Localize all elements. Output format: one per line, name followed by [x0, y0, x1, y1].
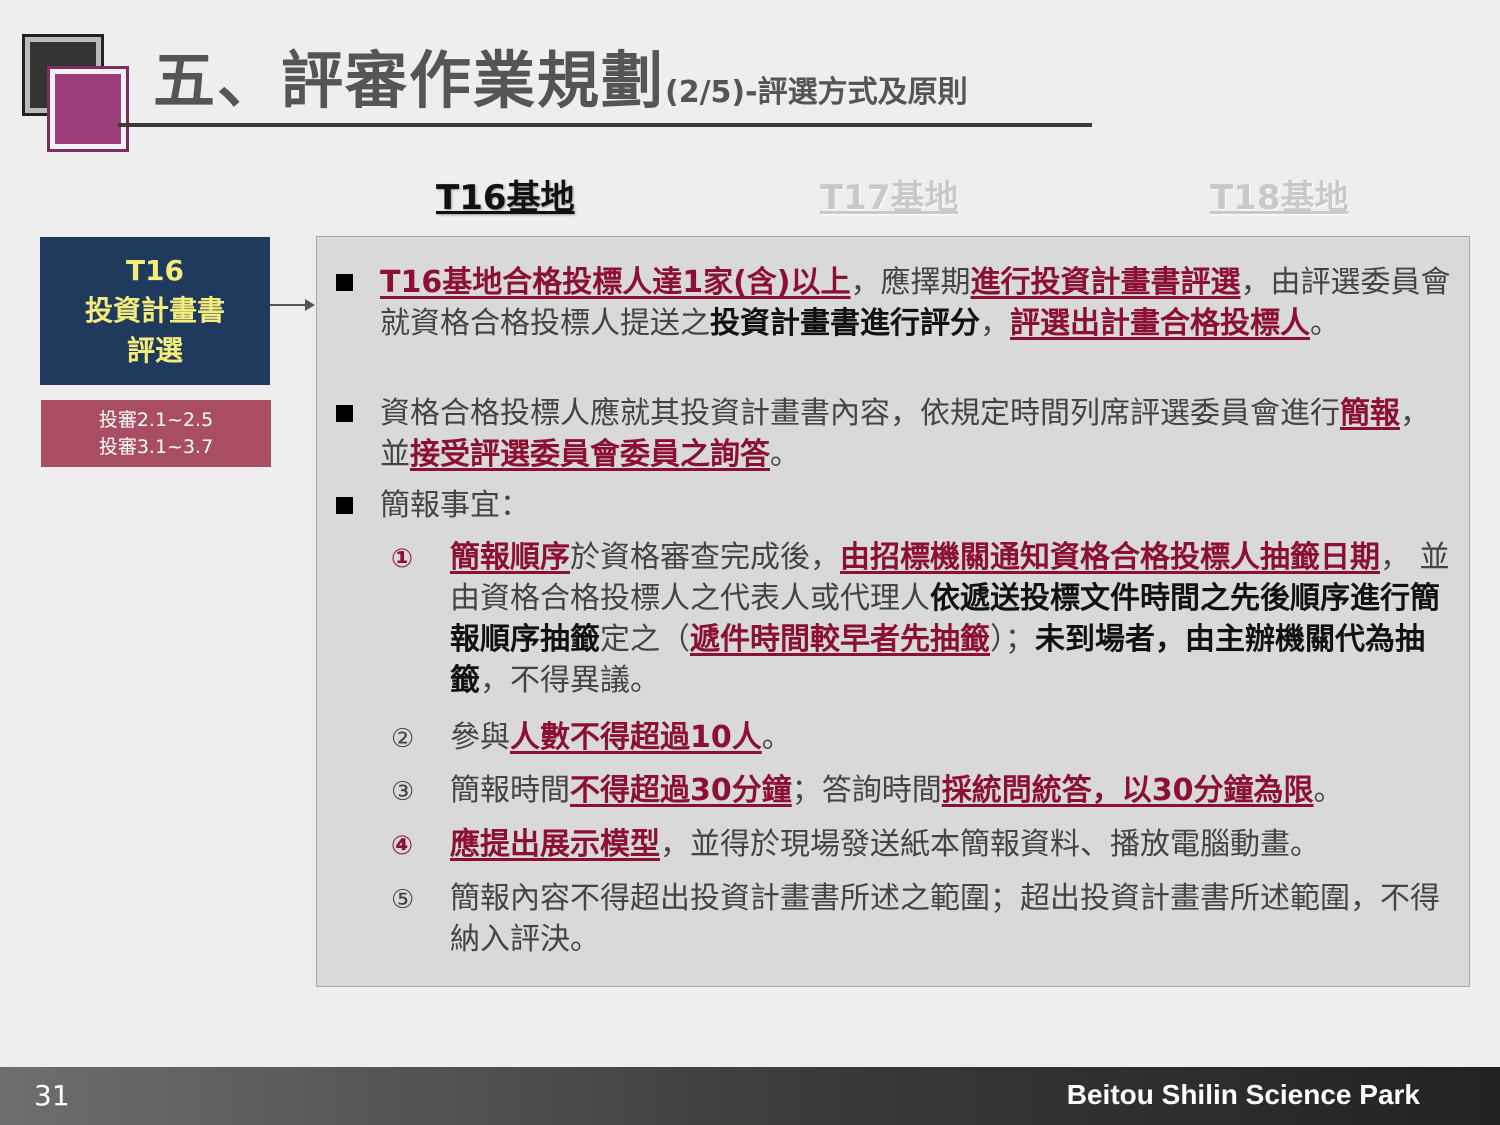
list-item: ③ 簡報時間不得超過30分鐘；答詢時間採統問統答，以30分鐘為限。: [317, 770, 1452, 811]
plain-text: ，: [980, 306, 1010, 341]
highlight-text: 遞件時間較早者先抽籤: [690, 622, 990, 657]
list-item: ④ 應提出展示模型，並得於現場發送紙本簡報資料、播放電腦動畫。: [317, 824, 1452, 865]
highlight-text: 評選出計畫合格投標人: [1010, 306, 1310, 341]
stage-line-3: 評選: [126, 334, 183, 367]
bullet-item: 資格合格投標人應就其投資計畫書內容，依規定時間列席評選委員會進行簡報，並接受評選…: [317, 393, 1457, 475]
stage-box: T16 投資計畫書 評選: [40, 237, 270, 385]
bullet-item: T16基地合格投標人達1家(含)以上，應擇期進行投資計畫書評選，由評選委員會就資…: [317, 262, 1457, 344]
highlight-text: 接受評選委員會委員之詢答: [410, 437, 770, 472]
item-text: 簡報順序於資格審查完成後，由招標機關通知資格合格投標人抽籤日期， 並由資格合格投…: [450, 537, 1452, 701]
title-sub: (2/5)-評選方式及原則: [665, 75, 968, 110]
list-item: ⑤ 簡報內容不得超出投資計畫書所述之範圍；超出投資計畫書所述範圍，不得納入評決。: [317, 878, 1452, 960]
content-panel: T16基地合格投標人達1家(含)以上，應擇期進行投資計畫書評選，由評選委員會就資…: [316, 236, 1470, 987]
arrow-line: [270, 304, 307, 306]
square-bullet-icon: [336, 274, 353, 291]
circled-number-5-icon: ⑤: [391, 885, 415, 915]
title-divider: [118, 123, 1092, 127]
tab-t18[interactable]: T18基地: [1210, 170, 1349, 219]
plain-text: 於資格審查完成後，: [570, 540, 840, 575]
tab-t16[interactable]: T16基地: [436, 170, 575, 219]
item-text: 應提出展示模型，並得於現場發送紙本簡報資料、播放電腦動畫。: [450, 824, 1452, 865]
title-main: 五、評審作業規劃: [153, 44, 666, 117]
page-number: 31: [34, 1079, 70, 1112]
plain-text: 。: [1313, 773, 1344, 808]
circled-number-4-icon: ④: [391, 831, 414, 861]
circled-number-1-icon: ①: [391, 544, 414, 574]
bold-text: 投資計畫書進行評分: [710, 306, 980, 341]
plain-text: 資格合格投標人應就其投資計畫書內容，依規定時間列席評選委員會進行: [380, 396, 1340, 431]
tab-t17[interactable]: T17基地: [820, 170, 959, 219]
plain-text: 簡報時間: [450, 773, 570, 808]
plain-text: 參與: [450, 720, 510, 755]
highlight-text: 不得超過30分鐘: [570, 773, 792, 808]
plain-text: ；答詢時間: [791, 773, 942, 808]
reference-box: 投審2.1~2.5 投審3.1~3.7: [41, 400, 271, 467]
square-bullet-icon: [336, 405, 353, 422]
arrow-right-icon: [305, 299, 315, 311]
list-item: ① 簡報順序於資格審查完成後，由招標機關通知資格合格投標人抽籤日期， 並由資格合…: [317, 537, 1452, 701]
plain-text: 。: [1310, 306, 1340, 341]
bullet-text: 簡報事宜：: [380, 488, 530, 523]
highlight-text: 人數不得超過10人: [510, 720, 762, 755]
highlight-text: 應提出展示模型: [450, 827, 660, 862]
bullet-item: 簡報事宜：: [317, 485, 1457, 526]
footer-brand: Beitou Shilin Science Park: [1066, 1079, 1420, 1110]
item-text: 簡報時間不得超過30分鐘；答詢時間採統問統答，以30分鐘為限。: [450, 770, 1452, 811]
highlight-text: 簡報: [1340, 396, 1400, 431]
stage-line-1: T16: [125, 254, 185, 287]
plain-text: 。: [770, 437, 800, 472]
highlight-text: 採統問統答，以30分鐘為限: [941, 773, 1314, 808]
circled-number-3-icon: ③: [391, 777, 415, 807]
plain-text: 。: [761, 720, 792, 755]
highlight-text: 由招標機關通知資格合格投標人抽籤日期: [840, 540, 1380, 575]
plain-text: 定之（: [600, 622, 690, 657]
bullet-text: T16基地合格投標人達1家(含)以上，應擇期進行投資計畫書評選，由評選委員會就資…: [380, 262, 1457, 344]
highlight-text: T16基地合格投標人達1家(含)以上: [380, 265, 851, 300]
item-text: 參與人數不得超過10人。: [450, 717, 1452, 758]
page-title: 五、評審作業規劃(2/5)-評選方式及原則: [153, 30, 968, 120]
highlight-text: 進行投資計畫書評選: [970, 265, 1241, 300]
reference-line-2: 投審3.1~3.7: [98, 435, 214, 458]
plain-text: ，不得異議。: [480, 663, 660, 698]
plain-text: ，應擇期: [850, 265, 971, 300]
list-item: ② 參與人數不得超過10人。: [317, 717, 1452, 758]
plain-text: ）；: [990, 622, 1035, 657]
highlight-text: 簡報順序: [450, 540, 570, 575]
footer-bar: 31 Beitou Shilin Science Park: [0, 1067, 1500, 1125]
item-text: 簡報內容不得超出投資計畫書所述之範圍；超出投資計畫書所述範圍，不得納入評決。: [450, 881, 1440, 957]
logo-front-square: [47, 66, 129, 152]
plain-text: ，並得於現場發送紙本簡報資料、播放電腦動畫。: [660, 827, 1320, 862]
square-bullet-icon: [336, 497, 353, 514]
stage-line-2: 投資計畫書: [84, 294, 225, 327]
bullet-text: 資格合格投標人應就其投資計畫書內容，依規定時間列席評選委員會進行簡報，並接受評選…: [380, 393, 1457, 475]
circled-number-2-icon: ②: [391, 724, 415, 754]
reference-line-1: 投審2.1~2.5: [98, 408, 214, 431]
